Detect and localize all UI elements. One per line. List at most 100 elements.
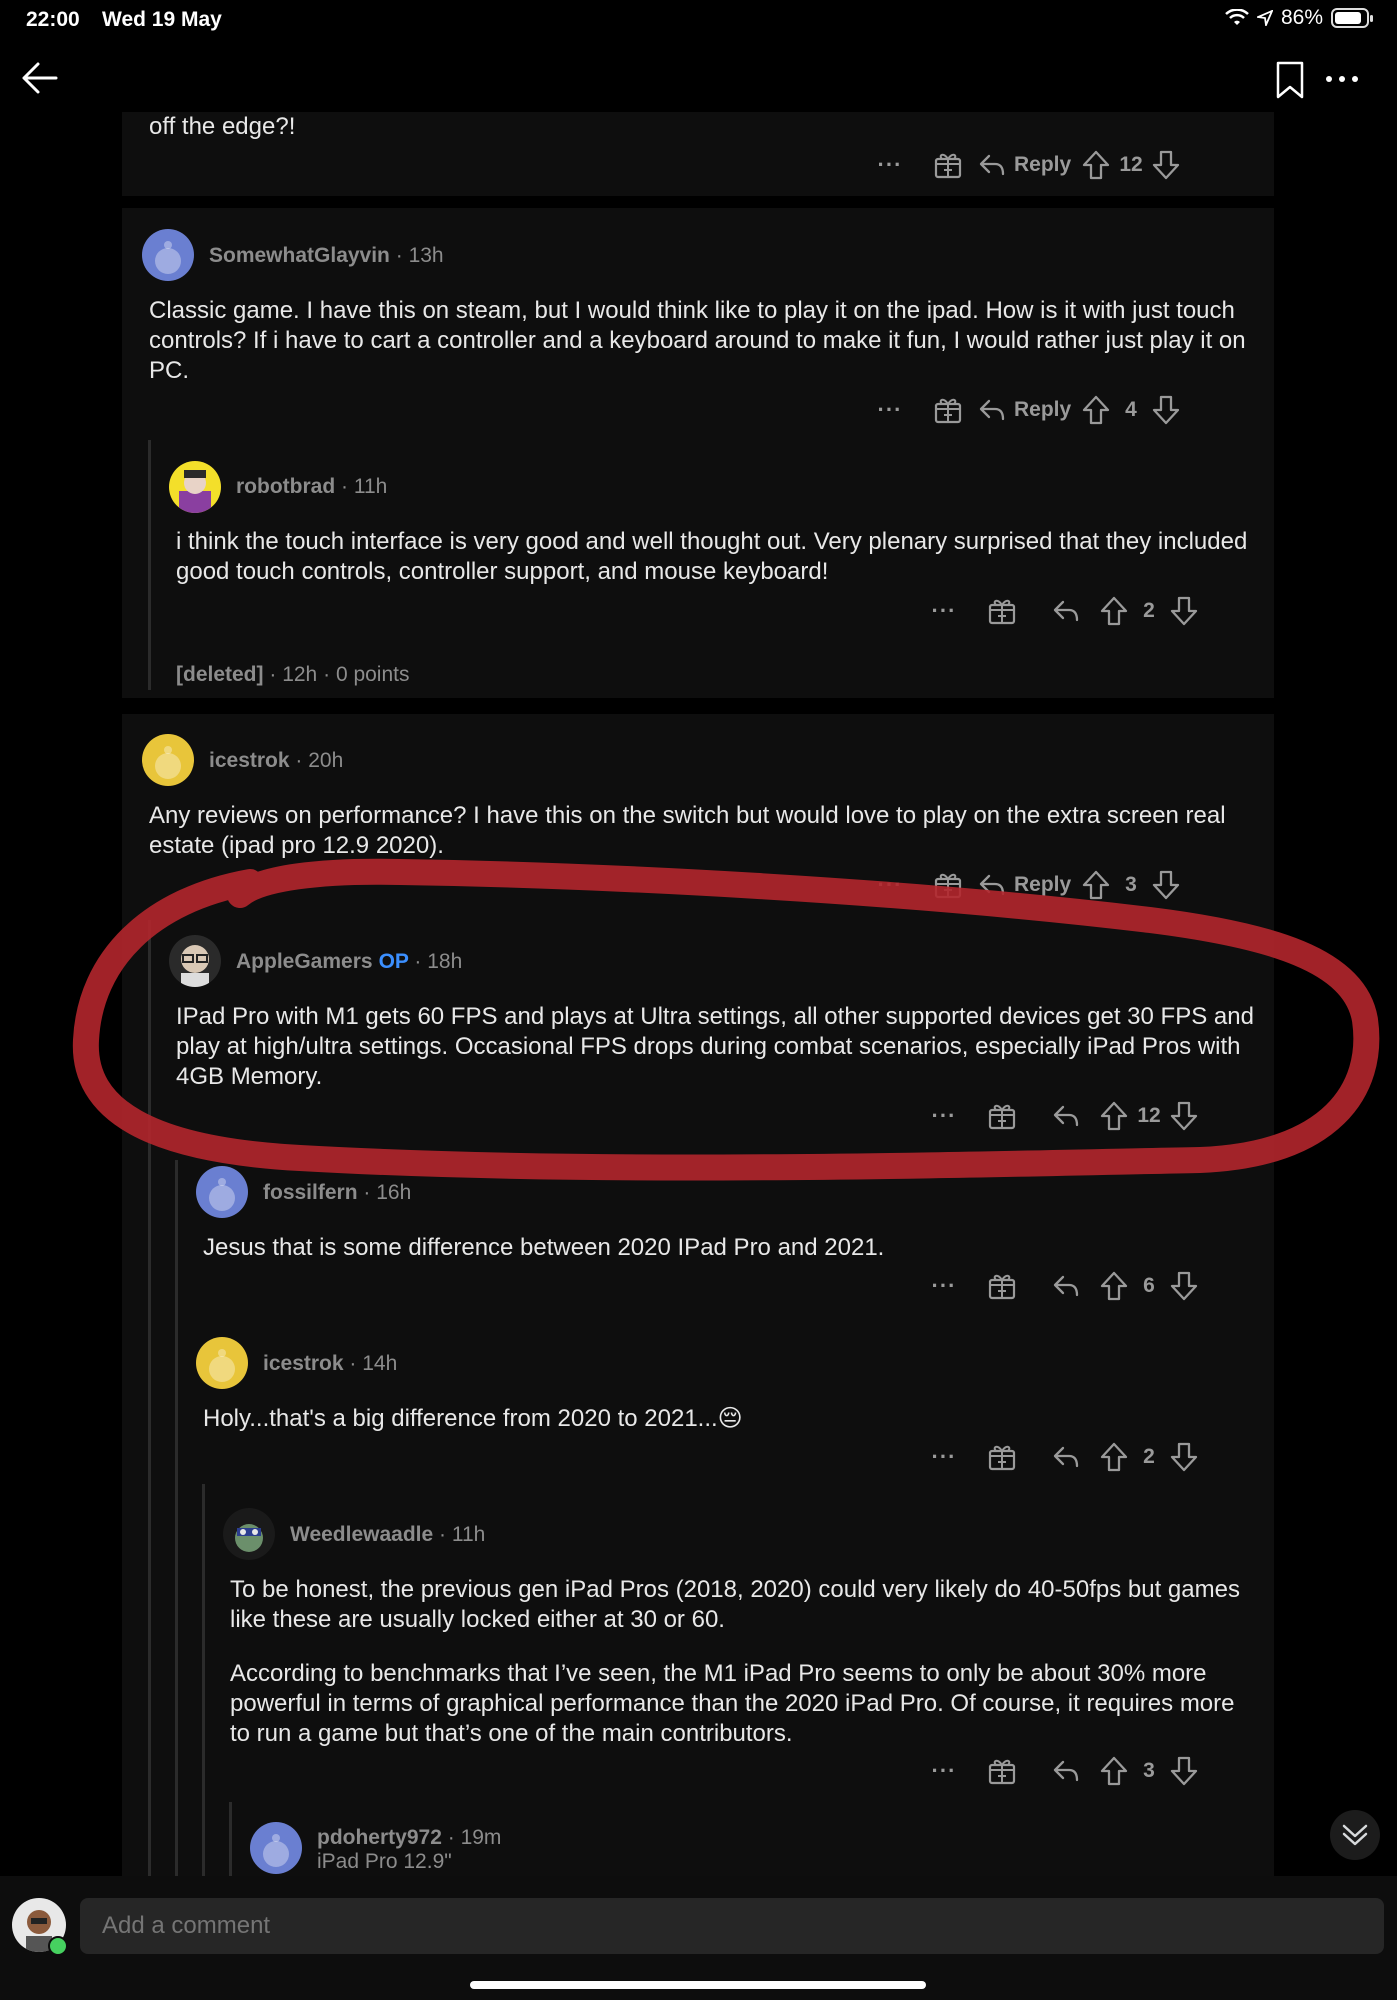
upvote-icon[interactable] xyxy=(1100,596,1128,626)
award-icon[interactable] xyxy=(987,596,1017,626)
comment-body: According to benchmarks that I’ve seen, … xyxy=(230,1660,1235,1747)
user-flair: iPad Pro 12.9" xyxy=(317,1850,452,1873)
upvote-icon[interactable] xyxy=(1082,870,1110,900)
double-chevron-down-icon xyxy=(1342,1824,1368,1846)
comment-author[interactable]: pdoherty972 · 19m xyxy=(317,1826,501,1850)
comment-actions: ··· 6 xyxy=(916,1268,1198,1304)
award-icon[interactable] xyxy=(987,1271,1017,1301)
comment-actions: ··· 12 xyxy=(916,1098,1198,1134)
battery-fill xyxy=(1335,12,1361,24)
vote-score: 3 xyxy=(1143,1759,1155,1782)
avatar[interactable] xyxy=(142,229,194,281)
comment-actions: ··· 2 xyxy=(916,593,1198,629)
top-nav xyxy=(0,40,1397,112)
award-icon[interactable] xyxy=(933,395,963,425)
more-actions-icon[interactable]: ··· xyxy=(862,872,918,898)
deleted-comment[interactable]: [deleted] · 12h · 0 points xyxy=(176,663,410,687)
avatar[interactable] xyxy=(196,1166,248,1218)
comment-author[interactable]: AppleGamers OP · 18h xyxy=(236,950,462,974)
upvote-icon[interactable] xyxy=(1100,1101,1128,1131)
comment-author[interactable]: Weedlewaadle · 11h xyxy=(290,1523,485,1547)
reply-icon[interactable] xyxy=(1052,1759,1080,1783)
vote-score: 2 xyxy=(1143,1445,1155,1468)
reply-button[interactable]: Reply xyxy=(978,398,1082,422)
status-bar: 22:00 Wed 19 May 86% xyxy=(0,0,1397,40)
downvote-icon[interactable] xyxy=(1170,1442,1198,1472)
comment-body: To be honest, the previous gen iPad Pros… xyxy=(230,1576,1240,1633)
avatar[interactable] xyxy=(142,734,194,786)
reply-icon[interactable] xyxy=(1052,1104,1080,1128)
back-arrow-icon[interactable] xyxy=(20,58,60,98)
award-icon[interactable] xyxy=(933,870,963,900)
downvote-icon[interactable] xyxy=(1170,596,1198,626)
avatar[interactable] xyxy=(169,935,221,987)
comment-author[interactable]: icestrok · 20h xyxy=(209,749,343,773)
vote-score: 6 xyxy=(1143,1274,1155,1297)
award-icon[interactable] xyxy=(933,150,963,180)
award-icon[interactable] xyxy=(987,1442,1017,1472)
comment-author[interactable]: robotbrad · 11h xyxy=(236,475,387,499)
reply-icon[interactable] xyxy=(1052,1445,1080,1469)
downvote-icon[interactable] xyxy=(1170,1756,1198,1786)
bookmark-icon[interactable] xyxy=(1275,60,1305,100)
online-status-icon xyxy=(48,1936,68,1956)
wifi-icon xyxy=(1225,9,1249,25)
avatar[interactable] xyxy=(169,461,221,513)
status-indicators: 86% xyxy=(1225,6,1373,30)
comment-actions: ··· Reply 4 xyxy=(862,392,1180,428)
status-date: Wed 19 May xyxy=(102,8,222,31)
comment-body: off the edge?! xyxy=(149,113,296,140)
more-actions-icon[interactable]: ··· xyxy=(916,1103,972,1129)
downvote-icon[interactable] xyxy=(1170,1101,1198,1131)
reply-icon[interactable] xyxy=(1052,599,1080,623)
downvote-icon[interactable] xyxy=(1152,870,1180,900)
status-time: 22:00 xyxy=(26,8,80,31)
upvote-icon[interactable] xyxy=(1082,150,1110,180)
vote-score: 12 xyxy=(1137,1104,1161,1127)
downvote-icon[interactable] xyxy=(1170,1271,1198,1301)
upvote-icon[interactable] xyxy=(1100,1442,1128,1472)
reply-icon xyxy=(978,153,1006,177)
thread-line xyxy=(148,440,151,690)
comment-author[interactable]: fossilfern · 16h xyxy=(263,1181,411,1205)
reply-button[interactable]: Reply xyxy=(978,153,1082,177)
battery-percent: 86% xyxy=(1280,6,1323,29)
next-comment-button[interactable] xyxy=(1330,1810,1380,1860)
location-icon xyxy=(1256,10,1273,26)
more-actions-icon[interactable]: ··· xyxy=(916,1273,972,1299)
thread-line xyxy=(148,920,151,1876)
upvote-icon[interactable] xyxy=(1082,395,1110,425)
comment-actions: ··· 3 xyxy=(916,1753,1198,1789)
upvote-icon[interactable] xyxy=(1100,1756,1128,1786)
more-actions-icon[interactable]: ··· xyxy=(862,397,918,423)
award-icon[interactable] xyxy=(987,1756,1017,1786)
more-actions-icon[interactable]: ··· xyxy=(862,152,918,178)
battery-icon xyxy=(1331,8,1373,28)
downvote-icon[interactable] xyxy=(1152,395,1180,425)
upvote-icon[interactable] xyxy=(1100,1271,1128,1301)
comment-actions: ··· 2 xyxy=(916,1439,1198,1475)
more-actions-icon[interactable]: ··· xyxy=(916,598,972,624)
reply-icon xyxy=(978,398,1006,422)
reply-icon xyxy=(978,873,1006,897)
add-comment-input[interactable] xyxy=(80,1898,1384,1954)
comment-body: Classic game. I have this on steam, but … xyxy=(149,297,1246,384)
avatar[interactable] xyxy=(223,1508,275,1560)
reply-icon[interactable] xyxy=(1052,1274,1080,1298)
comment-author[interactable]: icestrok · 14h xyxy=(263,1352,397,1376)
avatar[interactable] xyxy=(250,1822,302,1874)
award-icon[interactable] xyxy=(987,1101,1017,1131)
thread-line xyxy=(229,1802,232,1876)
thread-line xyxy=(202,1484,205,1876)
home-indicator xyxy=(470,1981,926,1989)
more-options-icon[interactable] xyxy=(1326,76,1358,82)
more-actions-icon[interactable]: ··· xyxy=(916,1758,972,1784)
more-actions-icon[interactable]: ··· xyxy=(916,1444,972,1470)
op-flair: OP xyxy=(378,950,409,973)
downvote-icon[interactable] xyxy=(1152,150,1180,180)
vote-score: 3 xyxy=(1125,873,1137,896)
comment-bar xyxy=(0,1876,1397,2000)
comment-author[interactable]: SomewhatGlayvin · 13h xyxy=(209,244,444,268)
avatar[interactable] xyxy=(196,1337,248,1389)
reply-button[interactable]: Reply xyxy=(978,873,1082,897)
